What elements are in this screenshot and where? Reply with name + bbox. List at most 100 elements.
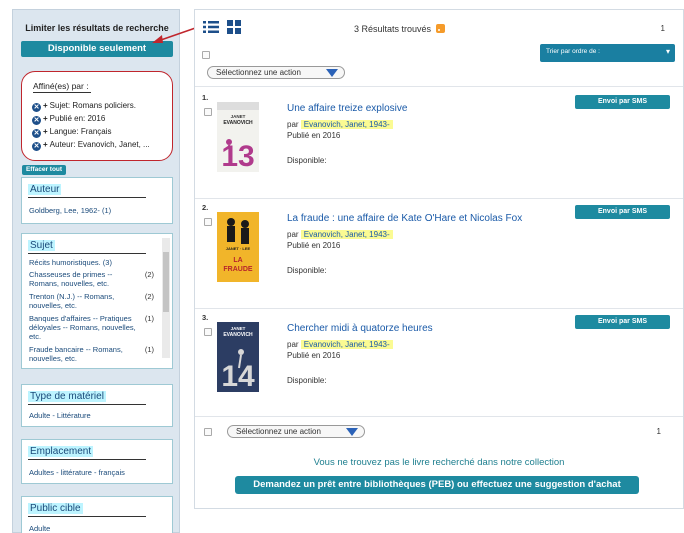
refined-by-title: Affiné(es) par :: [33, 81, 91, 93]
facet-count: (1): [144, 314, 154, 323]
facet-count: (2): [144, 292, 154, 301]
plus-icon: +: [43, 127, 48, 136]
result-number: 1.: [202, 93, 209, 102]
select-all-checkbox-bottom[interactable]: [204, 428, 212, 436]
action-select-bottom[interactable]: Sélectionnez une action: [227, 425, 365, 438]
facet-title: Sujet: [28, 240, 146, 254]
facet-subject: Sujet Récits humoristiques. (3) Chasseus…: [21, 233, 173, 369]
remove-filter-icon[interactable]: ✕: [32, 129, 41, 138]
results-panel: 3 Résultats trouvés 1 Trier par ordre de…: [194, 9, 684, 509]
plus-icon: +: [43, 101, 48, 110]
result-item: 1. JANET EVANOVICH 13 Une affaire treize…: [195, 90, 683, 200]
divider: [195, 86, 683, 87]
remove-filter-icon[interactable]: ✕: [32, 116, 41, 125]
result-author: par Evanovich, Janet, 1943-: [287, 340, 393, 349]
result-author: par Evanovich, Janet, 1943-: [287, 230, 393, 239]
scrollbar-thumb[interactable]: [163, 252, 169, 312]
remove-filter-icon[interactable]: ✕: [32, 142, 41, 151]
result-availability: Disponible:: [287, 266, 327, 275]
chevron-down-icon: [346, 428, 358, 436]
result-checkbox[interactable]: [204, 328, 212, 336]
svg-text:JANET · LEE: JANET · LEE: [226, 246, 251, 251]
facet-link[interactable]: Récits humoristiques. (3): [29, 258, 159, 267]
facet-link[interactable]: Goldberg, Lee, 1962- (1): [29, 206, 111, 215]
active-filter[interactable]: ✕ + Publié en: 2016: [32, 114, 172, 125]
facet-audience: Public cible Adulte: [21, 496, 173, 533]
svg-text:13: 13: [221, 140, 254, 172]
results-count: 3 Résultats trouvés: [354, 24, 445, 34]
author-link[interactable]: Evanovich, Janet, 1943-: [300, 340, 393, 349]
result-publication-date: Publié en 2016: [287, 131, 341, 140]
facet-material-type: Type de matériel Adulte - Littérature: [21, 384, 173, 427]
facet-link[interactable]: Fraude bancaire -- Romans, nouvelles, et…: [29, 345, 137, 363]
action-select[interactable]: Sélectionnez une action: [207, 66, 345, 79]
facet-count: (2): [144, 270, 154, 279]
chevron-down-icon: [326, 69, 338, 77]
result-number: 2.: [202, 203, 209, 212]
active-filter[interactable]: ✕ + Sujet: Romans policiers.: [32, 101, 172, 112]
author-link[interactable]: Evanovich, Janet, 1943-: [300, 230, 393, 239]
divider: [195, 308, 683, 309]
svg-text:EVANOVICH: EVANOVICH: [223, 120, 253, 126]
divider: [195, 416, 683, 417]
result-availability: Disponible:: [287, 156, 327, 165]
facet-link[interactable]: Chasseuses de primes -- Romans, nouvelle…: [29, 270, 139, 288]
facet-count: (1): [144, 345, 154, 354]
facet-link[interactable]: Adultes - littérature - français: [29, 468, 125, 477]
facet-title: Auteur: [28, 184, 148, 198]
active-filter[interactable]: ✕ + Auteur: Evanovich, Janet, ...: [32, 140, 172, 151]
result-item: 2. JANET · LEE LA FRAUDE La fraude : une…: [195, 200, 683, 310]
facet-link[interactable]: Adulte: [29, 524, 50, 533]
facet-title: Public cible: [28, 503, 146, 517]
plus-icon: +: [43, 140, 48, 149]
facet-scrollbar[interactable]: [162, 238, 170, 358]
facet-title: Emplacement: [28, 446, 147, 460]
svg-text:EVANOVICH: EVANOVICH: [223, 332, 253, 338]
result-publication-date: Publié en 2016: [287, 241, 341, 250]
svg-text:JANET: JANET: [231, 114, 246, 119]
result-checkbox[interactable]: [204, 108, 212, 116]
svg-text:JANET: JANET: [231, 326, 246, 331]
result-checkbox[interactable]: [204, 218, 212, 226]
facet-link[interactable]: Adulte - Littérature: [29, 411, 91, 420]
clear-all-button[interactable]: Effacer tout: [22, 165, 66, 175]
result-title-link[interactable]: Chercher midi à quatorze heures: [287, 323, 433, 334]
result-publication-date: Publié en 2016: [287, 351, 341, 360]
result-title-link[interactable]: La fraude : une affaire de Kate O'Hare e…: [287, 213, 522, 224]
facet-author: Auteur Goldberg, Lee, 1962- (1): [21, 177, 173, 224]
remove-filter-icon[interactable]: ✕: [32, 103, 41, 112]
book-cover-image[interactable]: JANET · LEE LA FRAUDE: [217, 212, 259, 282]
page-number-bottom: 1: [656, 427, 661, 436]
refine-sidebar: Limiter les résultats de recherche Dispo…: [12, 9, 180, 533]
send-sms-button[interactable]: Envoi par SMS: [575, 95, 670, 109]
page-number: 1: [660, 24, 665, 33]
book-cover-image[interactable]: JANET EVANOVICH 14: [217, 322, 259, 392]
facet-title: Type de matériel: [28, 391, 146, 405]
svg-text:FRAUDE: FRAUDE: [223, 266, 252, 273]
facet-link[interactable]: Banques d'affaires -- Pratiques déloyale…: [29, 314, 141, 341]
interlibrary-loan-button[interactable]: Demandez un prêt entre bibliothèques (PE…: [235, 476, 639, 494]
grid-view-icon[interactable]: [227, 20, 241, 34]
plus-icon: +: [43, 114, 48, 123]
facet-link[interactable]: Trenton (N.J.) -- Romans, nouvelles, etc…: [29, 292, 133, 310]
book-cover-image[interactable]: JANET EVANOVICH 13: [217, 102, 259, 172]
active-filters-box: Affiné(es) par : ✕ + Sujet: Romans policie…: [21, 71, 173, 161]
result-title-link[interactable]: Une affaire treize explosive: [287, 103, 407, 114]
sort-select[interactable]: Trier par ordre de :: [540, 44, 675, 62]
result-availability: Disponible:: [287, 376, 327, 385]
facet-location: Emplacement Adultes - littérature - fran…: [21, 439, 173, 484]
send-sms-button[interactable]: Envoi par SMS: [575, 205, 670, 219]
active-filter[interactable]: ✕ + Langue: Français: [32, 127, 172, 138]
rss-icon[interactable]: [435, 24, 445, 33]
author-link[interactable]: Evanovich, Janet, 1943-: [300, 120, 393, 129]
select-all-checkbox[interactable]: [202, 51, 210, 59]
not-found-message: Vous ne trouvez pas le livre recherché d…: [313, 457, 565, 468]
result-number: 3.: [202, 313, 209, 322]
svg-text:LA: LA: [233, 257, 242, 264]
svg-text:14: 14: [221, 360, 255, 392]
result-item: 3. JANET EVANOVICH 14 Chercher midi à qu…: [195, 310, 683, 420]
list-view-icon[interactable]: [203, 20, 219, 34]
send-sms-button[interactable]: Envoi par SMS: [575, 315, 670, 329]
divider: [195, 198, 683, 199]
result-author: par Evanovich, Janet, 1943-: [287, 120, 393, 129]
